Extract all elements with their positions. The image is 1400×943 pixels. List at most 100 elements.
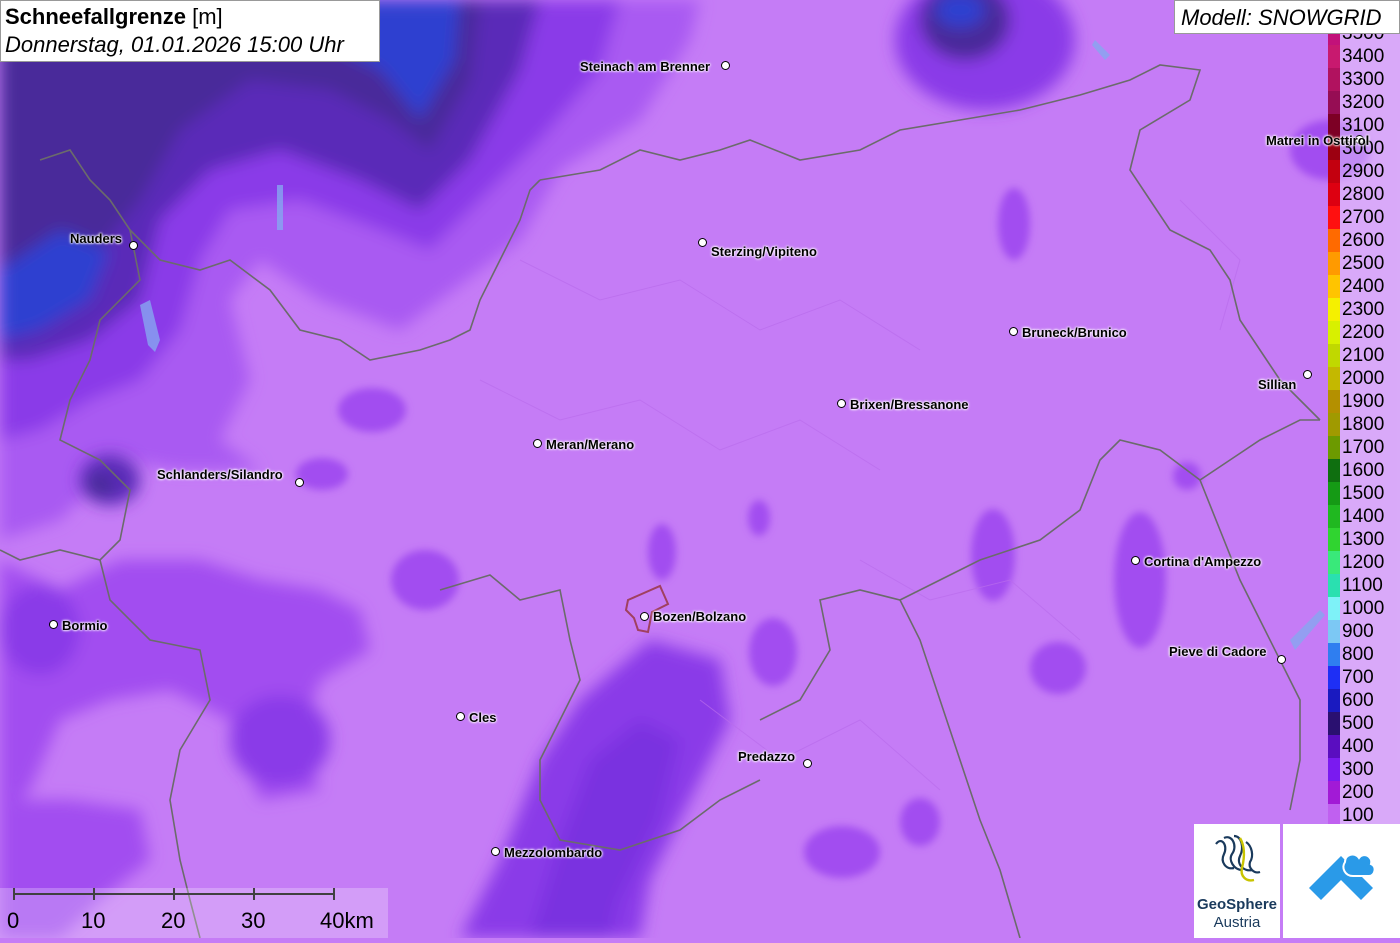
legend-label: 700 bbox=[1342, 667, 1374, 688]
legend-swatch bbox=[1328, 229, 1340, 252]
city-marker[interactable] bbox=[1303, 370, 1312, 379]
legend-row: 1400 bbox=[1328, 505, 1400, 528]
legend-label: 1200 bbox=[1342, 552, 1385, 573]
legend-row: 2100 bbox=[1328, 344, 1400, 367]
legend-row: 1700 bbox=[1328, 436, 1400, 459]
scale-label-0: 0 bbox=[7, 908, 20, 933]
city-label[interactable]: Bormio bbox=[62, 618, 108, 633]
legend-label: 3200 bbox=[1342, 92, 1385, 113]
geosphere-logo[interactable]: GeoSphere Austria bbox=[1194, 824, 1280, 938]
city-marker[interactable] bbox=[456, 712, 465, 721]
legend-swatch bbox=[1328, 781, 1340, 804]
legend-swatch bbox=[1328, 344, 1340, 367]
legend-row: 600 bbox=[1328, 689, 1400, 712]
legend-row: 2000 bbox=[1328, 367, 1400, 390]
legend-swatch bbox=[1328, 689, 1340, 712]
geosphere-logo-icon bbox=[1215, 834, 1261, 882]
city-label[interactable]: Nauders bbox=[70, 231, 122, 246]
scale-bar-box: 0 10 20 30 40km bbox=[0, 888, 388, 938]
legend-swatch bbox=[1328, 183, 1340, 206]
legend-row: 1300 bbox=[1328, 528, 1400, 551]
legend-row: 2200 bbox=[1328, 321, 1400, 344]
legend-swatch bbox=[1328, 643, 1340, 666]
city-marker[interactable] bbox=[721, 61, 730, 70]
legend-swatch bbox=[1328, 68, 1340, 91]
legend-swatch bbox=[1328, 459, 1340, 482]
legend-label: 1100 bbox=[1342, 575, 1383, 596]
city-label[interactable]: Bozen/Bolzano bbox=[653, 609, 746, 624]
city-label[interactable]: Schlanders/Silandro bbox=[157, 467, 283, 482]
city-label[interactable]: Steinach am Brenner bbox=[580, 59, 710, 74]
legend-row: 200 bbox=[1328, 781, 1400, 804]
city-marker[interactable] bbox=[1009, 327, 1018, 336]
legend-label: 1600 bbox=[1342, 460, 1385, 481]
legend-swatch bbox=[1328, 367, 1340, 390]
city-label[interactable]: Bruneck/Brunico bbox=[1022, 325, 1127, 340]
city-label[interactable]: Cortina d'Ampezzo bbox=[1144, 554, 1261, 569]
city-label[interactable]: Cles bbox=[469, 710, 496, 725]
city-label[interactable]: Brixen/Bressanone bbox=[850, 397, 969, 412]
legend-row: 1900 bbox=[1328, 390, 1400, 413]
city-label[interactable]: Mezzolombardo bbox=[504, 845, 602, 860]
map-title: Schneefallgrenze [m] bbox=[5, 3, 375, 31]
legend-row: 2600 bbox=[1328, 229, 1400, 252]
city-label[interactable]: Meran/Merano bbox=[546, 437, 634, 452]
legend-row: 2700 bbox=[1328, 206, 1400, 229]
city-label[interactable]: Sterzing/Vipiteno bbox=[711, 244, 817, 259]
legend-swatch bbox=[1328, 34, 1340, 45]
legend-row: 3200 bbox=[1328, 91, 1400, 114]
legend-row: 700 bbox=[1328, 666, 1400, 689]
legend-row: 800 bbox=[1328, 643, 1400, 666]
legend-row: 400 bbox=[1328, 735, 1400, 758]
legend-swatch bbox=[1328, 528, 1340, 551]
legend-label: 3500 bbox=[1342, 34, 1384, 45]
city-marker[interactable] bbox=[49, 620, 58, 629]
legend-swatch bbox=[1328, 390, 1340, 413]
legend-swatch bbox=[1328, 252, 1340, 275]
city-marker[interactable] bbox=[803, 759, 812, 768]
legend-swatch bbox=[1328, 160, 1340, 183]
legend-row: 900 bbox=[1328, 620, 1400, 643]
river-segment bbox=[277, 185, 283, 230]
legend-row: 1600 bbox=[1328, 459, 1400, 482]
city-label[interactable]: Sillian bbox=[1258, 377, 1296, 392]
city-label[interactable]: Matrei in Osttirol bbox=[1266, 133, 1369, 148]
city-marker[interactable] bbox=[129, 241, 138, 250]
city-marker[interactable] bbox=[295, 478, 304, 487]
legend-label: 400 bbox=[1342, 736, 1374, 757]
legend-row: 2900 bbox=[1328, 160, 1400, 183]
legend-swatch bbox=[1328, 275, 1340, 298]
legend-swatch bbox=[1328, 735, 1340, 758]
scale-label-30: 30 bbox=[241, 908, 266, 933]
legend-swatch bbox=[1328, 413, 1340, 436]
legend-label: 1900 bbox=[1342, 391, 1385, 412]
legend-swatch bbox=[1328, 436, 1340, 459]
city-marker[interactable] bbox=[640, 612, 649, 621]
legend-row: 2300 bbox=[1328, 298, 1400, 321]
legend-label: 2700 bbox=[1342, 207, 1385, 228]
city-marker[interactable] bbox=[837, 399, 846, 408]
legend-label: 300 bbox=[1342, 759, 1374, 780]
city-label[interactable]: Pieve di Cadore bbox=[1169, 644, 1267, 659]
city-marker[interactable] bbox=[698, 238, 707, 247]
partner-logo[interactable] bbox=[1283, 824, 1400, 938]
scale-label-20: 20 bbox=[161, 908, 186, 933]
legend-swatch bbox=[1328, 804, 1340, 824]
legend-label: 600 bbox=[1342, 690, 1374, 711]
legend-label: 3300 bbox=[1342, 69, 1385, 90]
legend-swatch bbox=[1328, 666, 1340, 689]
map-datetime: Donnerstag, 01.01.2026 15:00 Uhr bbox=[5, 32, 344, 57]
legend-row: 2500 bbox=[1328, 252, 1400, 275]
city-marker[interactable] bbox=[533, 439, 542, 448]
city-marker[interactable] bbox=[1131, 556, 1140, 565]
city-marker[interactable] bbox=[491, 847, 500, 856]
legend-label: 1700 bbox=[1342, 437, 1385, 458]
city-label[interactable]: Predazzo bbox=[738, 749, 795, 764]
map-title-box: Schneefallgrenze [m] Donnerstag, 01.01.2… bbox=[0, 0, 380, 62]
city-marker[interactable] bbox=[1277, 655, 1286, 664]
legend-row: 1500 bbox=[1328, 482, 1400, 505]
color-legend: 3500340033003200310030002900280027002600… bbox=[1328, 34, 1400, 824]
legend-row: 3400 bbox=[1328, 45, 1400, 68]
geosphere-text-1: GeoSphere bbox=[1196, 896, 1278, 913]
geosphere-text-2: Austria bbox=[1213, 914, 1261, 931]
